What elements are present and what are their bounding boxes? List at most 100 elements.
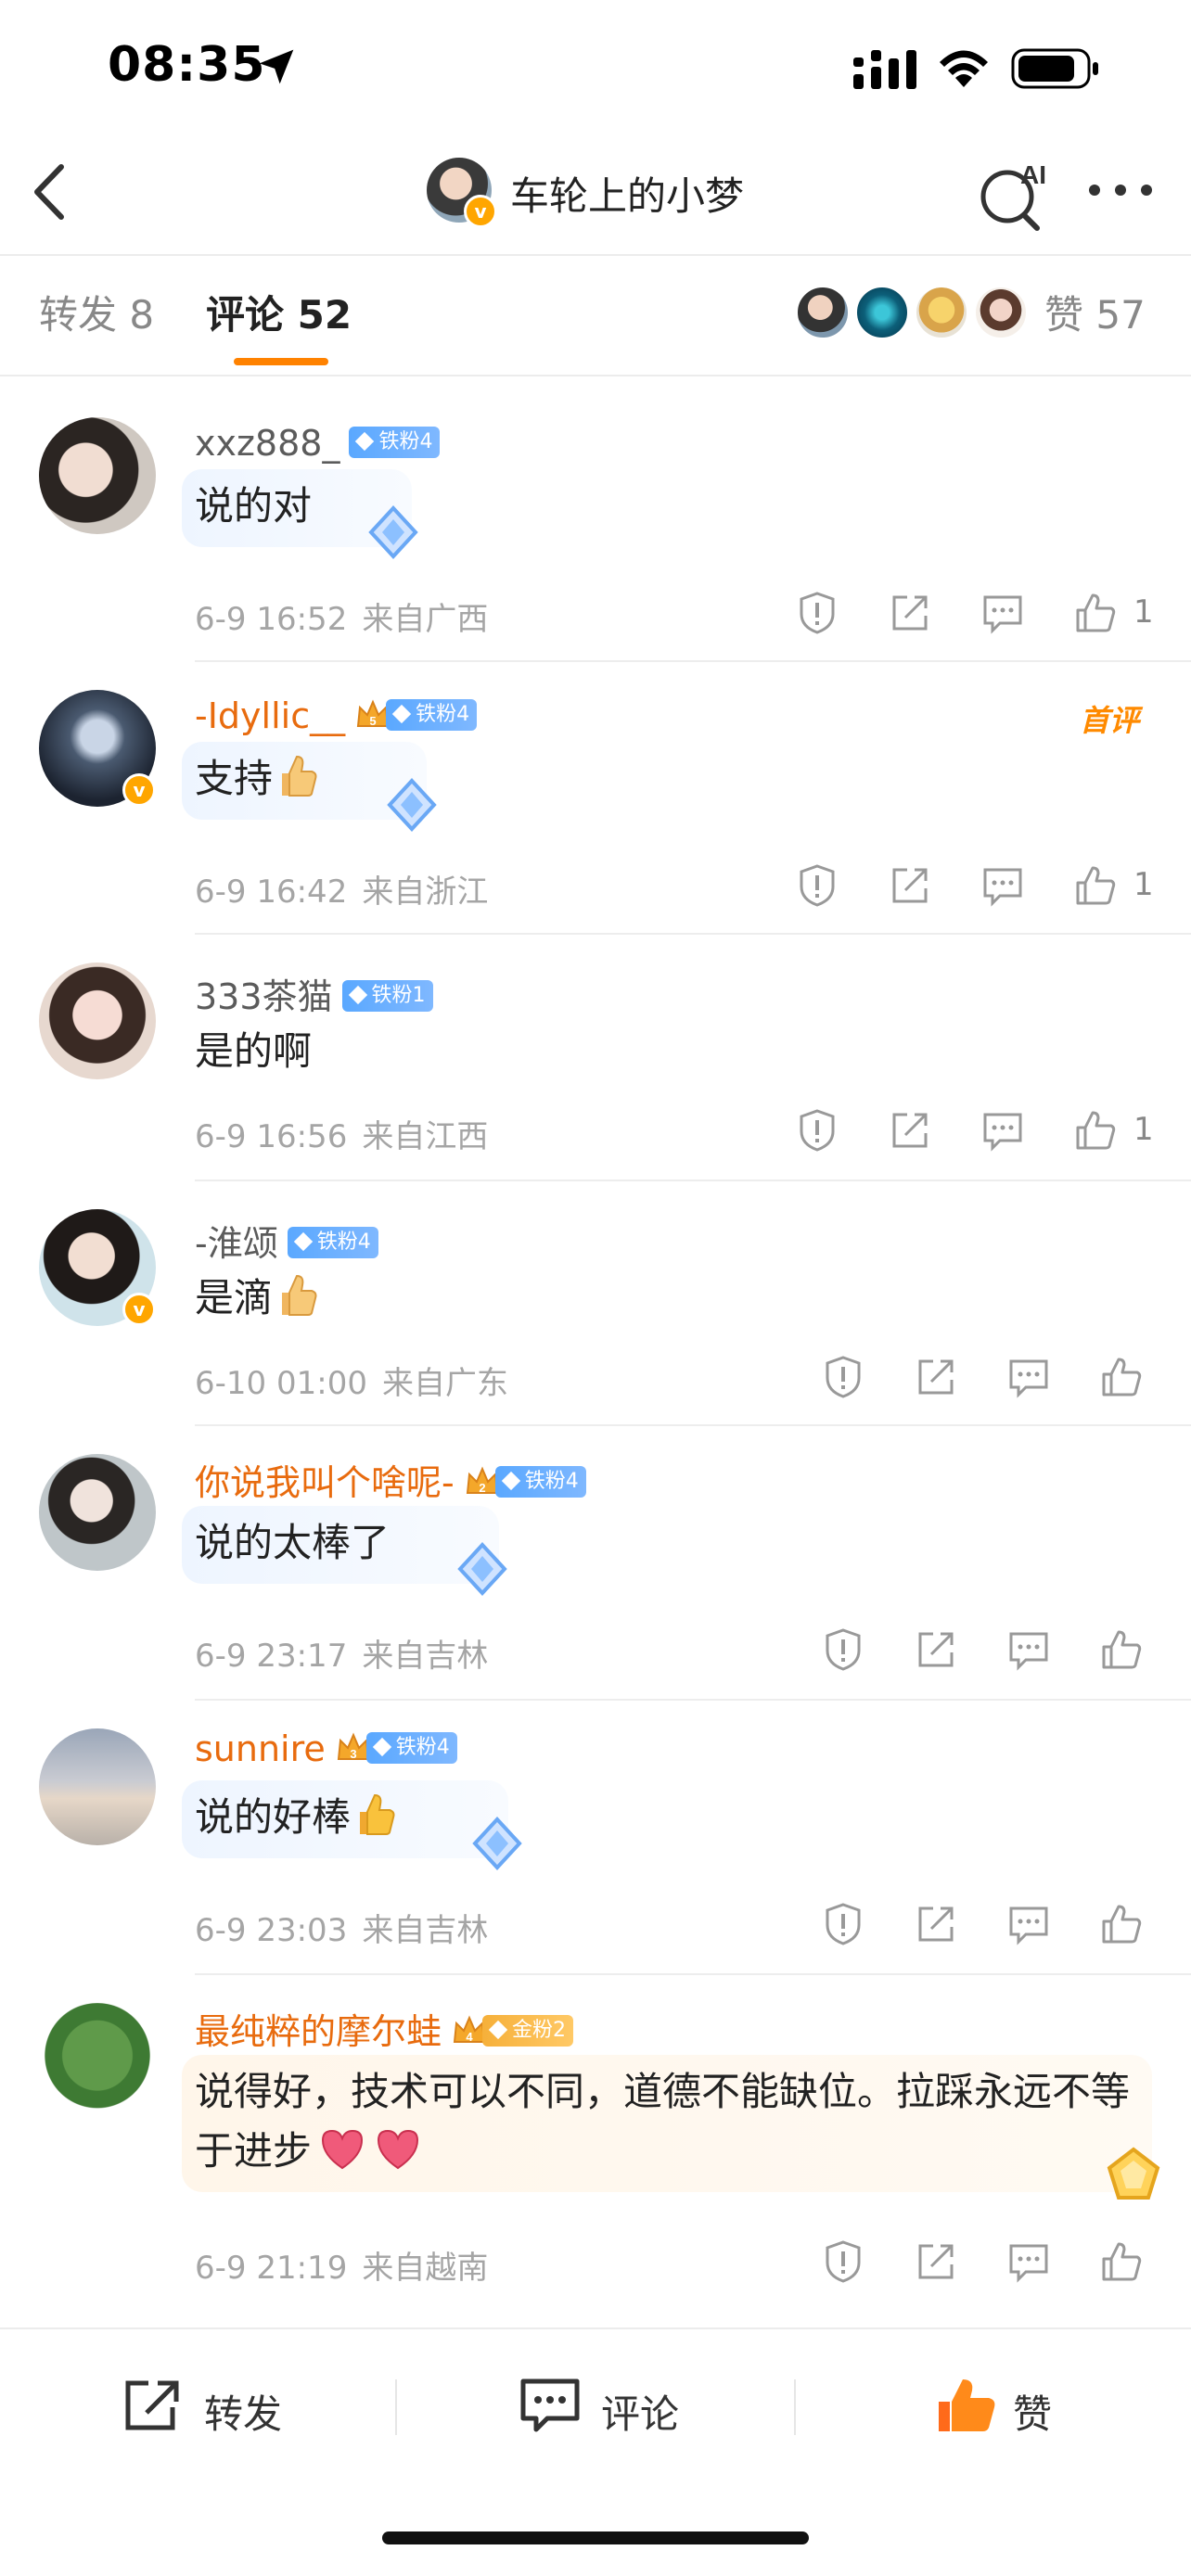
repost-button[interactable]: 转发 <box>121 2374 306 2439</box>
fan-badge-label: 铁粉4 <box>378 429 433 453</box>
verified-badge-icon: v <box>122 1293 156 1326</box>
repost-icon[interactable] <box>913 1354 959 1400</box>
comment-username[interactable]: 最纯粹的摩尔蛙 4 金粉2 <box>195 2003 574 2054</box>
like-count: 1 <box>1133 593 1154 631</box>
comment-username[interactable]: -Idyllic__ 5 铁粉4 <box>195 695 478 736</box>
comment-date: 6-9 21:19 <box>195 2250 348 2287</box>
report-icon[interactable] <box>794 862 840 909</box>
like-icon[interactable] <box>1098 1901 1145 1947</box>
comment-actions: 1 <box>794 862 1165 918</box>
comment-actions: 1 <box>794 1107 1165 1163</box>
username-text: xxz888_ <box>195 423 340 464</box>
comment-date: 6-9 16:56 <box>195 1118 348 1155</box>
report-icon[interactable] <box>820 1354 866 1400</box>
fan-badge: 铁粉4 <box>287 1226 378 1258</box>
diamond-icon <box>293 1231 313 1251</box>
comment-text-content: 支持 <box>195 756 274 801</box>
comment-username[interactable]: 你说我叫个啥呢- 2 铁粉4 <box>195 1454 586 1505</box>
back-arrow-icon[interactable] <box>26 159 74 224</box>
repost-icon[interactable] <box>913 1901 959 1947</box>
repost-label: 转发 <box>204 2391 283 2437</box>
like-label: 赞 <box>1013 2391 1053 2437</box>
report-icon[interactable] <box>794 1107 840 1154</box>
comment-username[interactable]: 333茶猫 铁粉1 <box>195 968 433 1019</box>
liker-avatars[interactable] <box>796 286 1028 341</box>
username-text: sunnire <box>195 1728 326 1769</box>
like-icon[interactable] <box>1098 1354 1145 1400</box>
status-bar: 08:35 <box>0 0 1191 139</box>
comment-location: 来自越南 <box>362 2250 489 2287</box>
like-icon[interactable] <box>1098 2238 1145 2285</box>
report-icon[interactable] <box>820 1901 866 1947</box>
comment-username[interactable]: xxz888_ 铁粉4 <box>195 423 441 464</box>
report-icon[interactable] <box>820 1626 866 1673</box>
location-arrow-icon <box>259 49 294 84</box>
reply-icon[interactable] <box>1005 1354 1052 1400</box>
divider <box>395 2379 397 2435</box>
comment-text: 说的对 <box>195 483 313 529</box>
diamond-icon <box>348 985 367 1004</box>
home-indicator <box>382 2531 809 2544</box>
repost-icon[interactable] <box>887 1107 933 1154</box>
reply-icon[interactable] <box>980 1107 1026 1154</box>
report-icon[interactable] <box>820 2238 866 2285</box>
battery-icon <box>1011 48 1098 89</box>
username-text: 你说我叫个啥呢- <box>195 1462 455 1503</box>
fan-badge: 铁粉4 <box>349 426 441 458</box>
user-avatar[interactable] <box>39 2003 156 2120</box>
like-icon[interactable] <box>1098 1626 1145 1673</box>
comment-text: 是滴 <box>195 1269 319 1328</box>
active-tab-indicator <box>234 358 328 365</box>
repost-icon[interactable] <box>887 590 933 636</box>
diamond-icon <box>355 431 375 451</box>
thumbs-up-emoji-icon <box>360 1793 395 1835</box>
user-avatar[interactable] <box>39 963 156 1079</box>
tab-repost[interactable]: 转发 8 <box>39 284 154 340</box>
tabs-bar: 转发 8 评论 52 赞 57 <box>0 258 1191 375</box>
comment-date: 6-9 16:42 <box>195 874 348 911</box>
thumbs-up-filled-icon <box>939 2379 995 2431</box>
author-avatar[interactable]: v <box>427 158 497 228</box>
comment-username[interactable]: -淮颂 铁粉4 <box>195 1215 378 1266</box>
like-icon[interactable] <box>1072 862 1119 909</box>
ai-search-icon[interactable]: AI <box>976 158 1054 236</box>
user-avatar[interactable]: v <box>39 690 156 807</box>
reply-icon[interactable] <box>1005 1901 1052 1947</box>
username-text: 333茶猫 <box>195 976 333 1017</box>
diamond-icon <box>488 2020 508 2039</box>
like-icon[interactable] <box>1072 590 1119 636</box>
diamond-icon <box>391 704 412 723</box>
reply-icon[interactable] <box>980 590 1026 636</box>
comment-location: 来自广西 <box>362 601 489 638</box>
heart-emoji-icon <box>322 2129 364 2170</box>
like-icon[interactable] <box>1072 1107 1119 1154</box>
like-button[interactable]: 赞 <box>935 2374 1083 2439</box>
user-avatar[interactable] <box>39 417 156 534</box>
comment-button[interactable]: 评论 <box>518 2374 703 2439</box>
page-title[interactable]: 车轮上的小梦 <box>510 165 744 222</box>
repost-icon[interactable] <box>887 862 933 909</box>
username-text: 最纯粹的摩尔蛙 <box>195 2011 442 2052</box>
comment-divider <box>195 660 1191 662</box>
crown-level: 4 <box>466 2030 473 2044</box>
reply-icon[interactable] <box>1005 2238 1052 2285</box>
repost-icon[interactable] <box>913 2238 959 2285</box>
report-icon[interactable] <box>794 590 840 636</box>
heart-emoji-icon <box>378 2129 419 2170</box>
tab-comments[interactable]: 评论 52 <box>206 284 352 340</box>
fan-badge-label: 铁粉1 <box>371 983 426 1007</box>
comment-text: 说的好棒 <box>195 1788 397 1847</box>
user-avatar[interactable] <box>39 1728 156 1845</box>
cellular-signal-icon <box>853 50 916 89</box>
reply-icon[interactable] <box>980 862 1026 909</box>
comment-date: 6-9 23:03 <box>195 1912 348 1949</box>
likes-count[interactable]: 赞 57 <box>1044 284 1146 340</box>
user-avatar[interactable]: v <box>39 1209 156 1326</box>
reply-icon[interactable] <box>1005 1626 1052 1673</box>
user-avatar[interactable] <box>39 1454 156 1571</box>
more-options-icon[interactable] <box>1083 176 1158 204</box>
repost-icon[interactable] <box>913 1626 959 1673</box>
fan-badge-label: 铁粉4 <box>395 1735 450 1759</box>
comment-username[interactable]: sunnire 3 铁粉4 <box>195 1728 457 1769</box>
comment-location: 来自广东 <box>381 1365 508 1402</box>
